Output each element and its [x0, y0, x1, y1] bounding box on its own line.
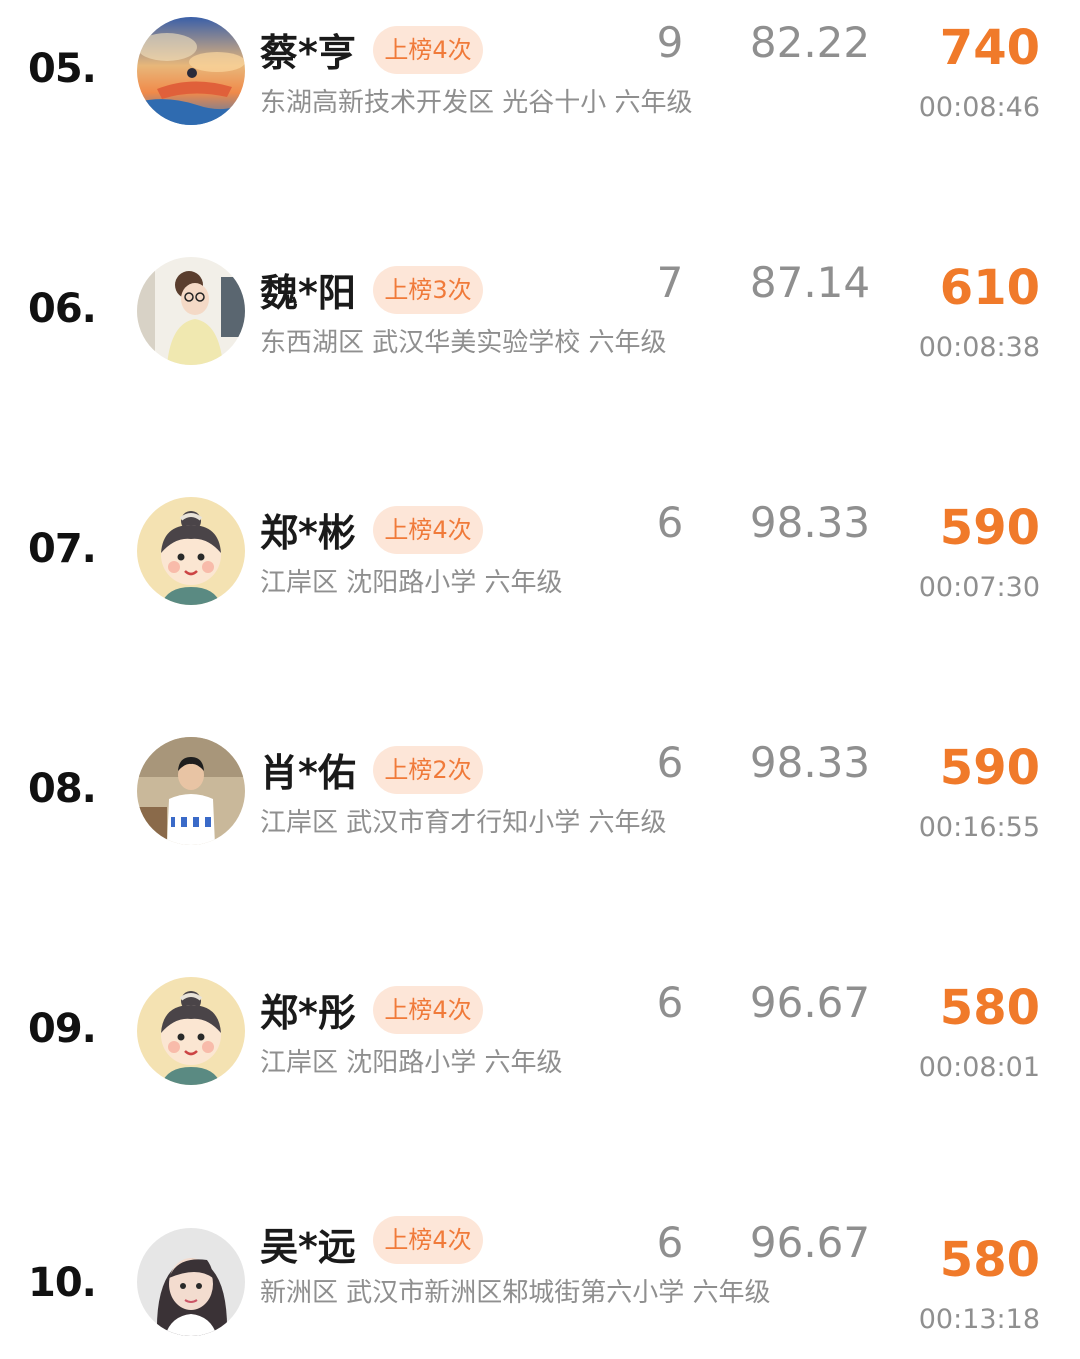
question-count: 6: [656, 738, 684, 787]
score-value: 740: [939, 20, 1040, 76]
time-value: 00:08:46: [918, 92, 1040, 123]
time-value: 00:07:30: [918, 572, 1040, 603]
question-count: 7: [656, 258, 684, 307]
student-name: 吴*远: [260, 1225, 356, 1269]
question-count: 9: [656, 18, 684, 67]
leaderboard-row[interactable]: 10. 吴*远 上榜4次 新洲区 武汉市新洲区邾城街第六小学 六年级 6 96.…: [0, 1200, 1080, 1359]
rank-number: 05.: [28, 46, 97, 92]
question-count: 6: [656, 1218, 684, 1267]
student-name: 郑*彤: [260, 991, 356, 1035]
student-name: 蔡*亨: [260, 31, 356, 75]
student-name: 郑*彬: [260, 511, 356, 555]
girl-selfie-avatar-image: [137, 1228, 245, 1336]
girl-with-glasses-avatar-image: [137, 257, 245, 365]
accuracy-value: 96.67: [749, 978, 871, 1027]
accuracy-value: 98.33: [749, 498, 871, 547]
score-value: 590: [939, 740, 1040, 796]
rank-number: 08.: [28, 766, 97, 812]
cartoon-child-avatar-image: [137, 977, 245, 1085]
rank-count-badge: 上榜4次: [373, 506, 483, 554]
school-info: 东湖高新技术开发区 光谷十小 六年级: [260, 88, 693, 118]
score-value: 580: [939, 1232, 1040, 1288]
rank-count-badge: 上榜3次: [373, 266, 483, 314]
school-info: 江岸区 沈阳路小学 六年级: [260, 1048, 563, 1078]
sunset-fantasy-avatar-image: [137, 17, 245, 125]
question-count: 6: [656, 498, 684, 547]
school-info: 新洲区 武汉市新洲区邾城街第六小学 六年级: [260, 1278, 771, 1308]
avatar[interactable]: [137, 497, 245, 605]
score-value: 590: [939, 500, 1040, 556]
leaderboard-row[interactable]: 06. 魏*阳 上榜3次 东西湖区 武汉华美实验学校 六年级 7 87.14 6…: [0, 240, 1080, 440]
accuracy-value: 87.14: [749, 258, 871, 307]
avatar[interactable]: [137, 1228, 245, 1336]
rank-count-badge: 上榜4次: [373, 1216, 483, 1264]
time-value: 00:13:18: [918, 1304, 1040, 1335]
avatar[interactable]: [137, 977, 245, 1085]
school-info: 江岸区 沈阳路小学 六年级: [260, 568, 563, 598]
boy-photo-avatar-image: [137, 737, 245, 845]
time-value: 00:08:38: [918, 332, 1040, 363]
accuracy-value: 98.33: [749, 738, 871, 787]
leaderboard-row[interactable]: 05. 蔡*亨 上榜4次 东湖高新技术开发区 光谷十小 六年级 9 82.22 …: [0, 0, 1080, 200]
school-info: 东西湖区 武汉华美实验学校 六年级: [260, 328, 667, 358]
leaderboard-row[interactable]: 08. 肖*佑 上榜2次 江岸区 武汉市育才行知小学 六年级 6 98.33 5…: [0, 720, 1080, 920]
leaderboard-row[interactable]: 07. 郑*彬 上榜4次 江岸区 沈阳路小学 六年级 6 98.33 590 0…: [0, 480, 1080, 680]
cartoon-child-avatar-image: [137, 497, 245, 605]
accuracy-value: 82.22: [749, 18, 871, 67]
rank-number: 06.: [28, 286, 97, 332]
rank-number: 10.: [28, 1260, 97, 1306]
question-count: 6: [656, 978, 684, 1027]
leaderboard-row[interactable]: 09. 郑*彤 上榜4次 江岸区 沈阳路小学 六年级 6 96.67 580 0…: [0, 960, 1080, 1160]
avatar[interactable]: [137, 257, 245, 365]
rank-number: 09.: [28, 1006, 97, 1052]
avatar[interactable]: [137, 737, 245, 845]
rank-count-badge: 上榜4次: [373, 986, 483, 1034]
accuracy-value: 96.67: [749, 1218, 871, 1267]
school-info: 江岸区 武汉市育才行知小学 六年级: [260, 808, 667, 838]
student-name: 魏*阳: [260, 271, 356, 315]
time-value: 00:16:55: [918, 812, 1040, 843]
time-value: 00:08:01: [918, 1052, 1040, 1083]
rank-count-badge: 上榜2次: [373, 746, 483, 794]
rank-number: 07.: [28, 526, 97, 572]
score-value: 580: [939, 980, 1040, 1036]
avatar[interactable]: [137, 17, 245, 125]
rank-count-badge: 上榜4次: [373, 26, 483, 74]
score-value: 610: [939, 260, 1040, 316]
student-name: 肖*佑: [260, 751, 356, 795]
